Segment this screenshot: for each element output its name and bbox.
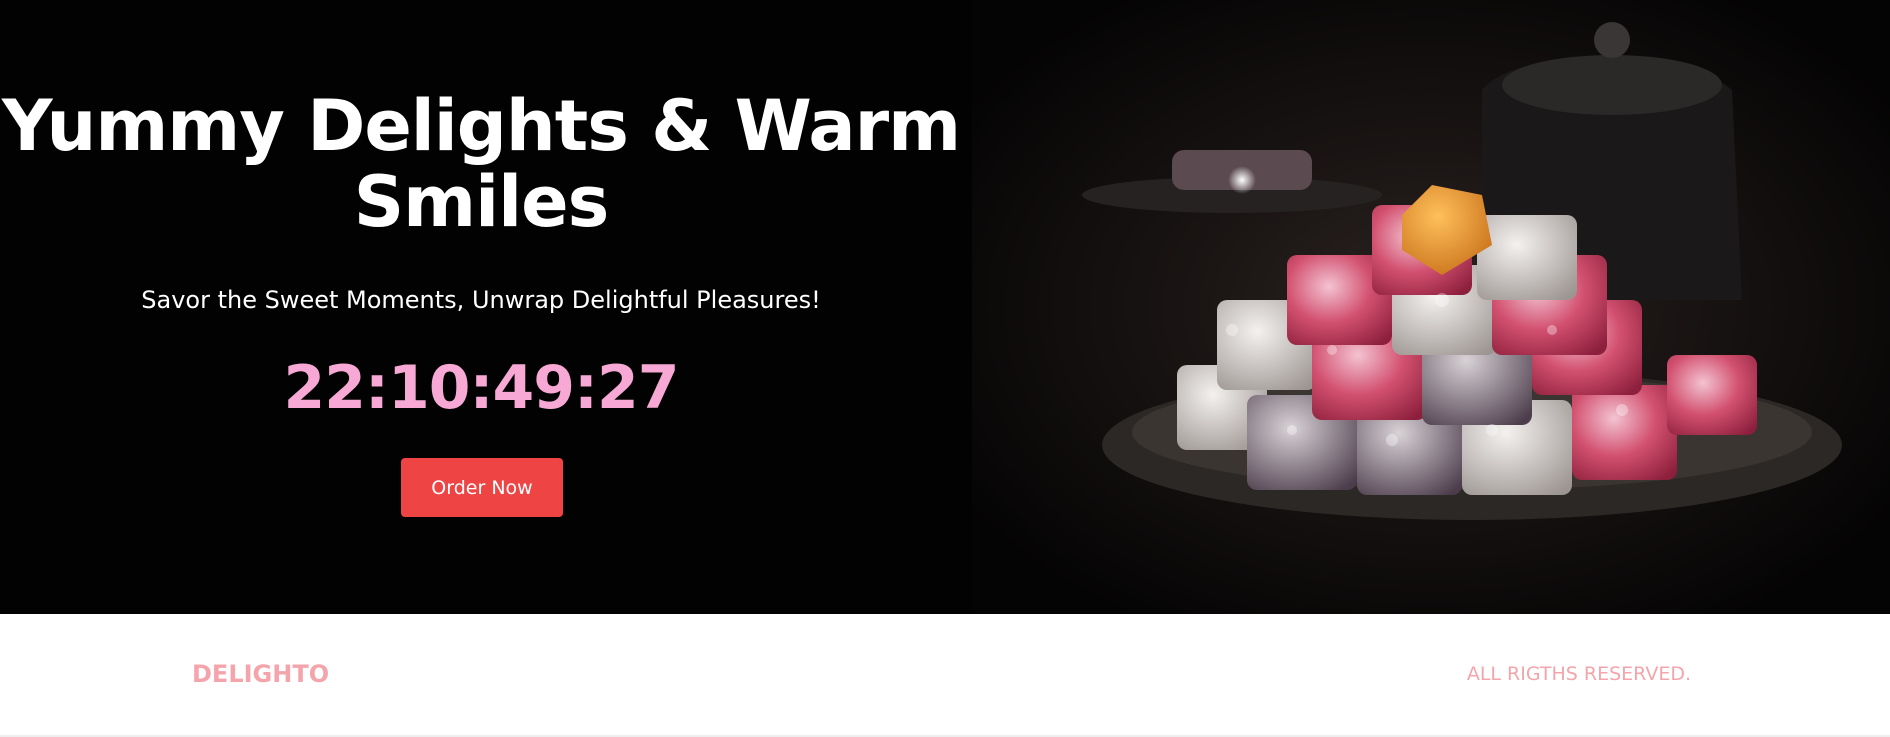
turkish-delight-image xyxy=(972,0,1890,614)
hero-content: Yummy Delights & Warm Smiles Savor the S… xyxy=(0,0,962,614)
footer-brand: DELIGHTO xyxy=(192,660,330,688)
hero-subtitle: Savor the Sweet Moments, Unwrap Delightf… xyxy=(141,286,821,314)
order-now-button[interactable]: Order Now xyxy=(401,458,563,517)
hero-title: Yummy Delights & Warm Smiles xyxy=(1,85,961,243)
countdown-timer: 22:10:49:27 xyxy=(283,353,680,423)
footer-copyright: ALL RIGTHS RESERVED. xyxy=(1466,663,1691,685)
hero-image xyxy=(972,0,1890,614)
hero-section: Yummy Delights & Warm Smiles Savor the S… xyxy=(0,0,1890,614)
footer: DELIGHTO ALL RIGTHS RESERVED. xyxy=(0,614,1890,737)
